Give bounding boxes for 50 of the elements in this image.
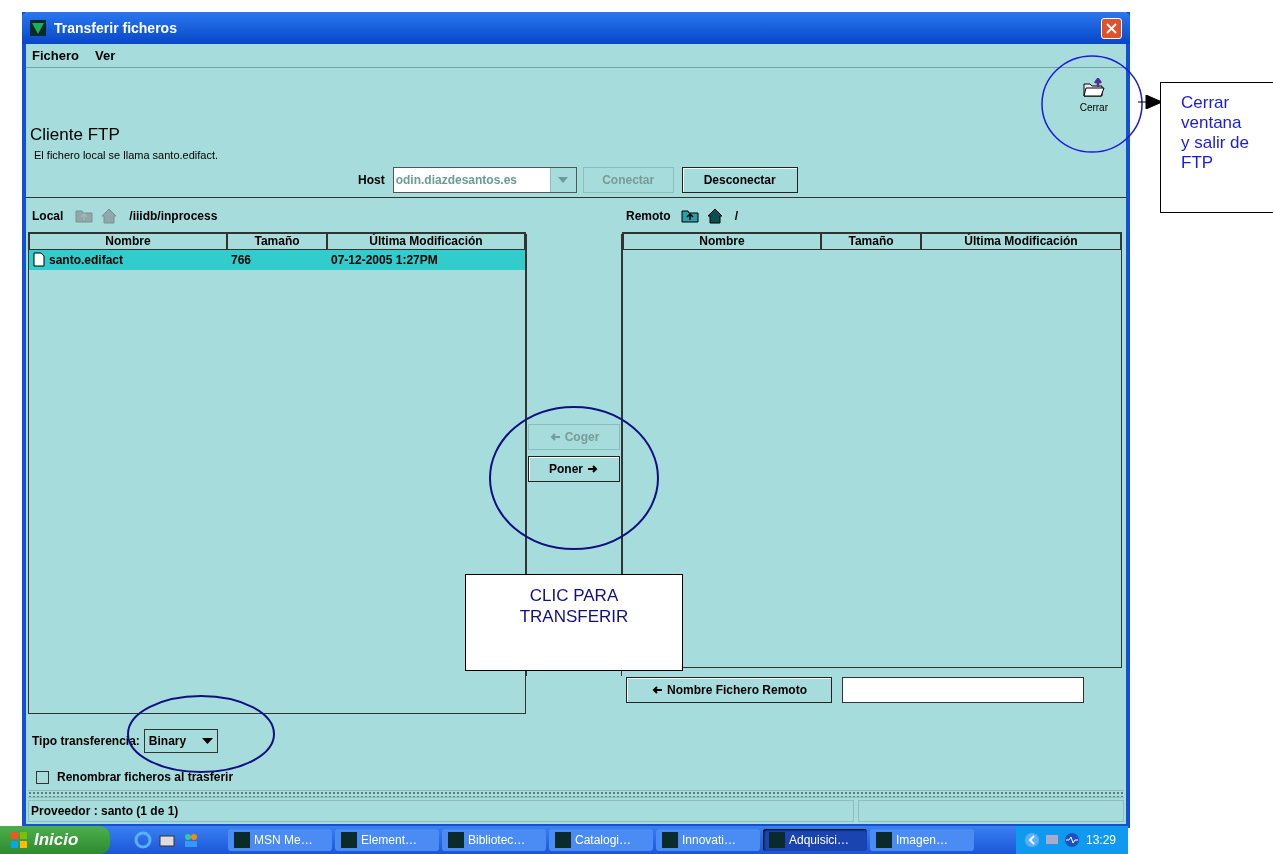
dropdown-arrow-icon [558, 177, 569, 183]
file-size: 766 [230, 251, 253, 269]
close-button[interactable] [1101, 17, 1122, 39]
callout-text: Cerrar ventana y salir de FTP [1181, 93, 1251, 173]
disconnect-button[interactable]: Desconectar [681, 167, 798, 193]
rename-checkbox[interactable] [36, 770, 49, 784]
host-label: Host [358, 172, 385, 189]
window-title: Transferir ficheros [54, 18, 178, 38]
local-path: /iiidb/inprocess [129, 207, 218, 225]
transfer-type-dropdown[interactable]: Binary [143, 729, 218, 753]
taskbar-button[interactable]: Adquisici… [763, 829, 867, 851]
file-date: 07-12-2005 1:27PM [330, 251, 439, 269]
left-arrow-icon [651, 685, 663, 695]
splitter-bar[interactable] [28, 790, 1124, 798]
windows-logo-icon [10, 831, 28, 849]
people-icon[interactable] [182, 831, 200, 849]
remote-label: Remoto [626, 207, 671, 225]
browser-icon[interactable] [134, 831, 152, 849]
clock: 13:29 [1086, 832, 1117, 849]
home-icon[interactable] [706, 207, 723, 224]
section-title: Cliente FTP [30, 125, 121, 145]
remote-name-field[interactable] [842, 677, 1084, 703]
app-icon [30, 20, 46, 36]
file-name: santo.edifact [49, 251, 123, 269]
column-header[interactable]: Última Modificación [921, 232, 1121, 250]
put-button[interactable]: Poner [528, 455, 620, 482]
menu-item[interactable]: Fichero [32, 45, 79, 66]
rename-label: Renombrar ficheros al trasferir [57, 769, 234, 786]
close-ftp-button[interactable]: Cerrar [1079, 78, 1108, 115]
menu-item[interactable]: Ver [94, 45, 116, 66]
close-icon [1106, 22, 1117, 34]
column-header[interactable]: Nombre [623, 232, 821, 250]
status-text: Proveedor : santo (1 de 1) [28, 800, 854, 822]
file-row[interactable]: santo.edifact 766 07-12-2005 1:27PM [29, 249, 525, 270]
remote-path: / [734, 207, 738, 225]
column-header[interactable]: Tamaño [227, 232, 327, 250]
note-text: CLIC PARA TRANSFERIR [518, 585, 630, 628]
folder-icon [1081, 78, 1106, 98]
local-label: Local [32, 207, 64, 225]
column-header[interactable]: Tamaño [821, 232, 921, 250]
column-header[interactable]: Última Modificación [327, 232, 525, 250]
info-text: El fichero local se llama santo.edifact. [33, 148, 220, 163]
column-header[interactable]: Nombre [29, 232, 227, 250]
file-icon [33, 252, 45, 267]
folder-up-icon[interactable] [680, 208, 699, 223]
right-arrow-icon [587, 463, 599, 474]
pulse-icon[interactable] [1064, 832, 1080, 848]
dropdown-arrow-icon [201, 738, 213, 744]
left-arrow-icon [548, 431, 561, 442]
remote-name-button[interactable]: Nombre Fichero Remoto [626, 677, 832, 703]
